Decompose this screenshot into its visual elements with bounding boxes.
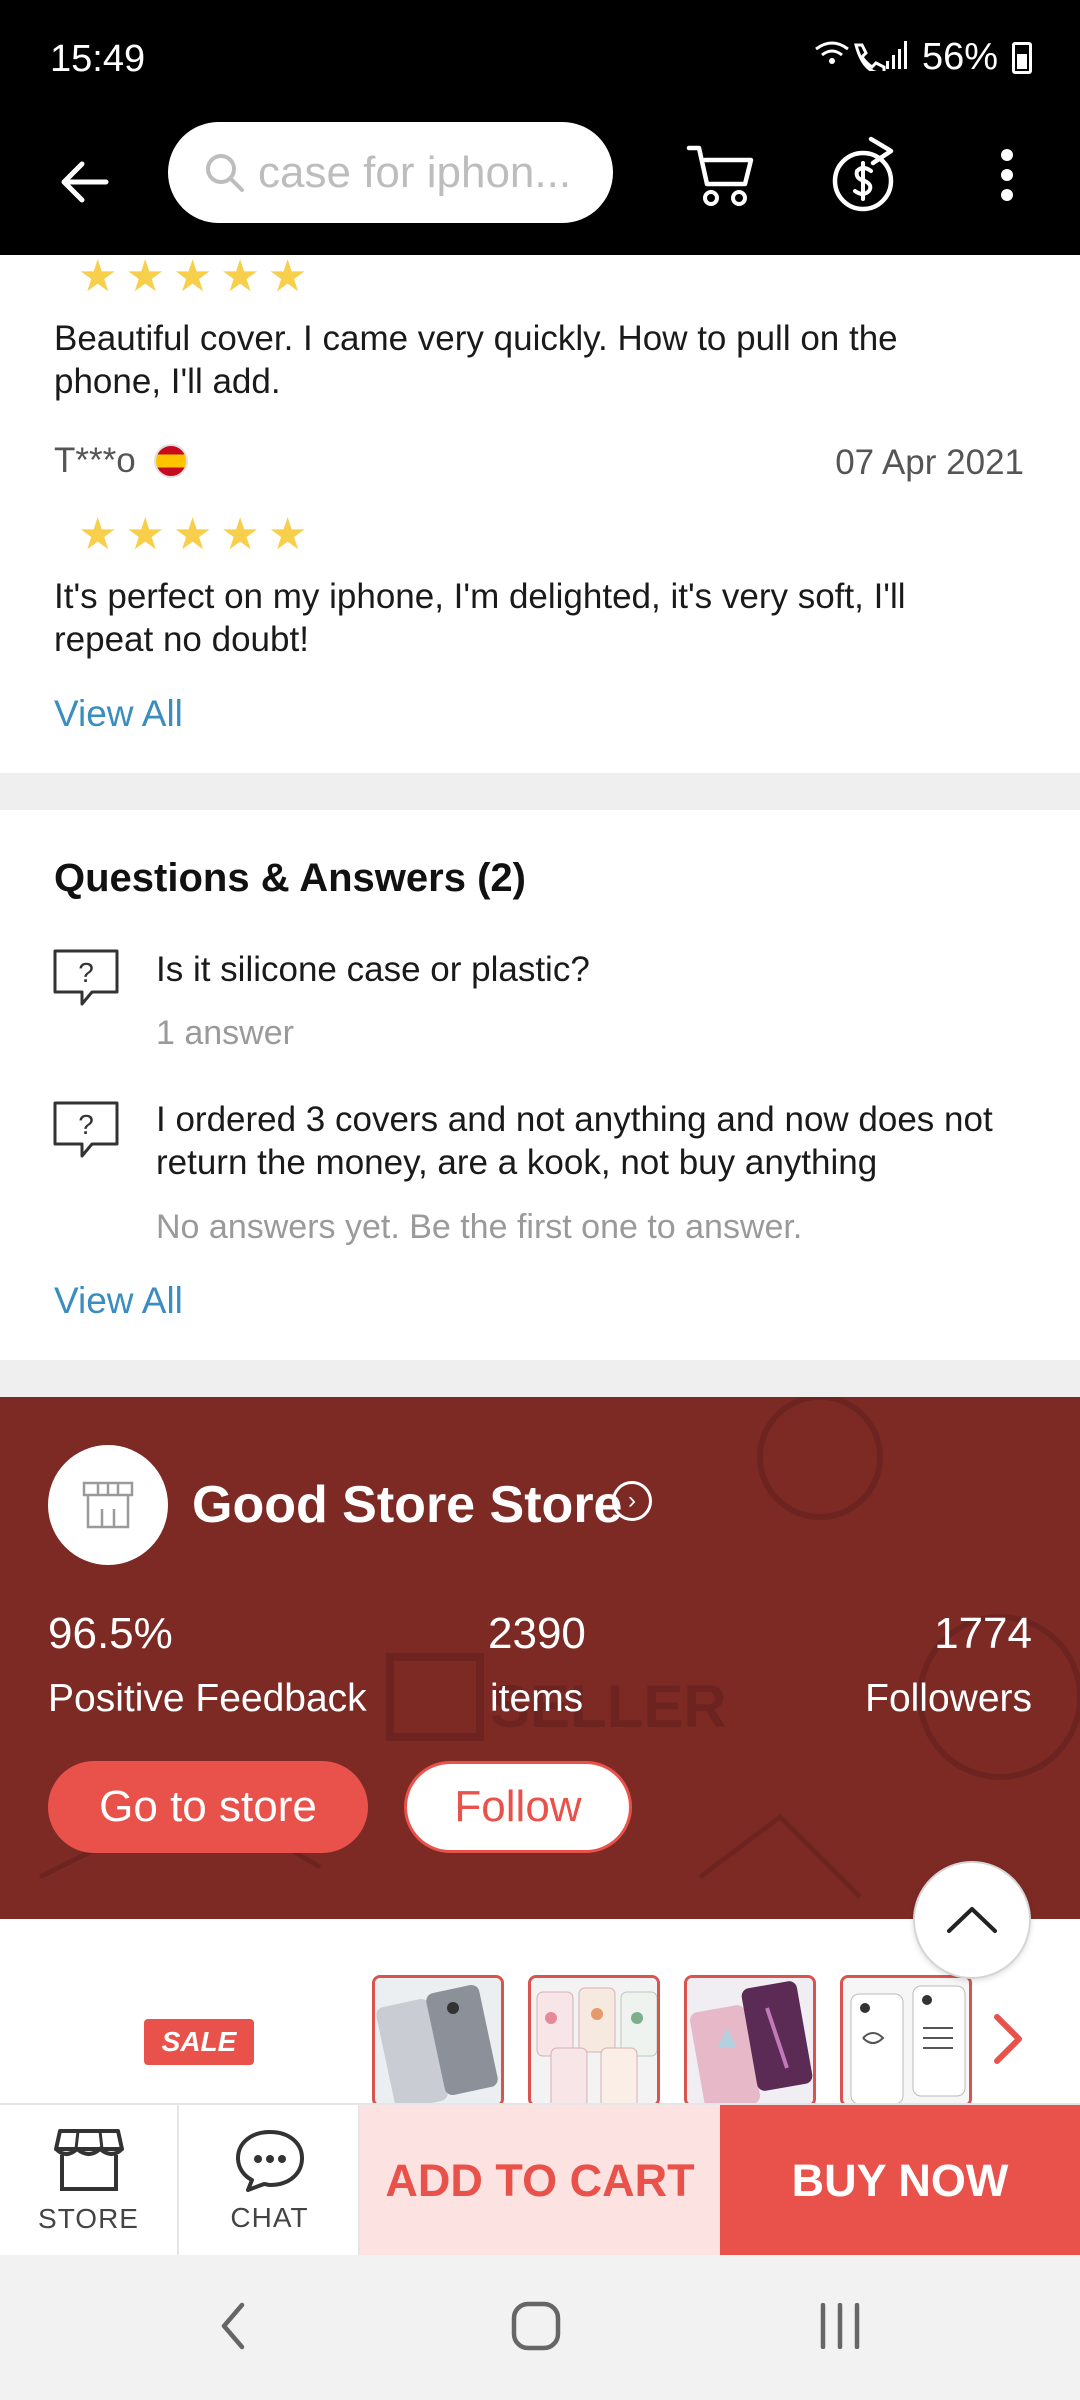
positive-feedback-value: 96.5%	[48, 1609, 173, 1658]
star-icon: ★	[78, 510, 118, 559]
store-name[interactable]: Good Store Store	[192, 1475, 622, 1535]
back-arrow-icon	[61, 161, 109, 203]
star-icon: ★	[220, 252, 260, 301]
star-icon: ★	[125, 510, 165, 559]
coin-share-icon	[832, 136, 894, 212]
question-bubble-icon: ?	[53, 1101, 119, 1158]
star-icon: ★	[220, 510, 260, 559]
product-thumbnail[interactable]	[684, 1975, 816, 2107]
store-action-label: STORE	[38, 2203, 139, 2234]
followers-label: Followers	[865, 1677, 1032, 1720]
spain-flag-icon	[153, 444, 188, 478]
review-rating-1: ★ ★ ★ ★ ★	[78, 255, 307, 299]
status-bar: 15:49 56%	[0, 0, 1080, 120]
answer-count-1[interactable]: 1 answer	[156, 1014, 294, 1053]
battery-percent: 56%	[921, 36, 998, 78]
chat-bubble-icon	[235, 2130, 304, 2192]
storefront-icon	[82, 1481, 134, 1529]
search-bar[interactable]	[168, 122, 613, 223]
qa-title: Questions & Answers (2)	[54, 856, 526, 900]
star-icon: ★	[267, 510, 308, 559]
search-icon	[206, 153, 244, 192]
star-icon: ★	[78, 252, 118, 301]
store-chevron-icon[interactable]: ›	[612, 1481, 652, 1521]
review-text-1: Beautiful cover. I came very quickly. Ho…	[54, 319, 898, 401]
product-thumbnail[interactable]	[372, 1975, 504, 2107]
store-action-button[interactable]: STORE	[0, 2105, 179, 2257]
status-time: 15:49	[50, 38, 146, 80]
search-input[interactable]	[258, 147, 588, 198]
more-vertical-icon	[1001, 149, 1013, 201]
chat-action-button[interactable]: CHAT	[181, 2105, 360, 2257]
star-icon: ★	[267, 252, 308, 301]
review-text-2: It's perfect on my iphone, I'm delighted…	[54, 577, 906, 659]
star-icon: ★	[172, 252, 213, 301]
review-date: 07 Apr 2021	[835, 443, 1024, 482]
review-rating-2: ★ ★ ★ ★ ★	[78, 513, 307, 557]
section-divider	[0, 1360, 1080, 1397]
sale-badge: SALE	[144, 2019, 254, 2065]
reviews-view-all-link[interactable]: View All	[54, 693, 183, 735]
chevron-up-icon	[947, 1907, 997, 1933]
nav-home-icon	[511, 2301, 561, 2351]
cart-button[interactable]	[676, 130, 766, 220]
section-divider	[0, 773, 1080, 810]
app-bar	[0, 120, 1080, 255]
store-banner: SELLER Good Store Store › 96.5% Positive…	[0, 1397, 1080, 1919]
reviews-section: ★ ★ ★ ★ ★ Beautiful cover. I came very q…	[0, 255, 1080, 773]
followers-value: 1774	[934, 1609, 1032, 1658]
nav-back-icon	[221, 2302, 245, 2350]
svg-text:?: ?	[78, 1109, 94, 1140]
reviewer-name: T***o	[54, 441, 136, 480]
add-to-cart-button[interactable]: ADD TO CART	[360, 2105, 720, 2257]
product-thumbnail[interactable]	[528, 1975, 660, 2107]
signal-icon	[812, 37, 908, 79]
question-text-2[interactable]: I ordered 3 covers and not anything and …	[156, 1098, 1036, 1184]
star-icon: ★	[125, 252, 165, 301]
cart-icon	[686, 145, 754, 206]
status-indicators: 56%	[812, 36, 1032, 79]
nav-back-button[interactable]	[188, 2281, 278, 2371]
system-nav-bar	[0, 2255, 1080, 2400]
chat-action-label: CHAT	[230, 2202, 309, 2233]
product-thumbnail[interactable]	[840, 1975, 972, 2107]
follow-button[interactable]: Follow	[404, 1761, 632, 1853]
store-avatar[interactable]	[48, 1445, 168, 1565]
answer-count-2[interactable]: No answers yet. Be the first one to answ…	[156, 1208, 802, 1247]
nav-home-button[interactable]	[491, 2281, 581, 2371]
qa-section: Questions & Answers (2) ? Is it silicone…	[0, 810, 1080, 1360]
chevron-right-icon	[994, 2014, 1022, 2064]
go-to-store-button[interactable]: Go to store	[48, 1761, 368, 1853]
back-button[interactable]	[44, 142, 124, 222]
store-products-strip: SALE	[0, 1919, 1080, 2107]
more-options-button[interactable]	[962, 130, 1052, 220]
bottom-action-bar: STORE CHAT ADD TO CART BUY NOW	[0, 2103, 1080, 2257]
svg-text:?: ?	[78, 957, 94, 988]
question-bubble-icon: ?	[53, 949, 119, 1006]
share-earn-button[interactable]	[820, 130, 910, 220]
nav-recents-icon	[820, 2303, 860, 2349]
star-icon: ★	[172, 510, 213, 559]
store-icon	[53, 2129, 124, 2191]
nav-recents-button[interactable]	[795, 2281, 885, 2371]
question-text-1[interactable]: Is it silicone case or plastic?	[156, 948, 1036, 991]
buy-now-button[interactable]: BUY NOW	[720, 2105, 1080, 2257]
battery-icon	[1012, 41, 1032, 74]
items-count-label: items	[490, 1677, 584, 1720]
items-count-value: 2390	[488, 1609, 586, 1658]
reviewer-info: T***o	[54, 441, 188, 481]
strip-next-button[interactable]	[988, 2009, 1028, 2069]
scroll-to-top-button[interactable]	[913, 1861, 1031, 1979]
positive-feedback-label: Positive Feedback	[48, 1677, 367, 1720]
qa-view-all-link[interactable]: View All	[54, 1280, 183, 1322]
